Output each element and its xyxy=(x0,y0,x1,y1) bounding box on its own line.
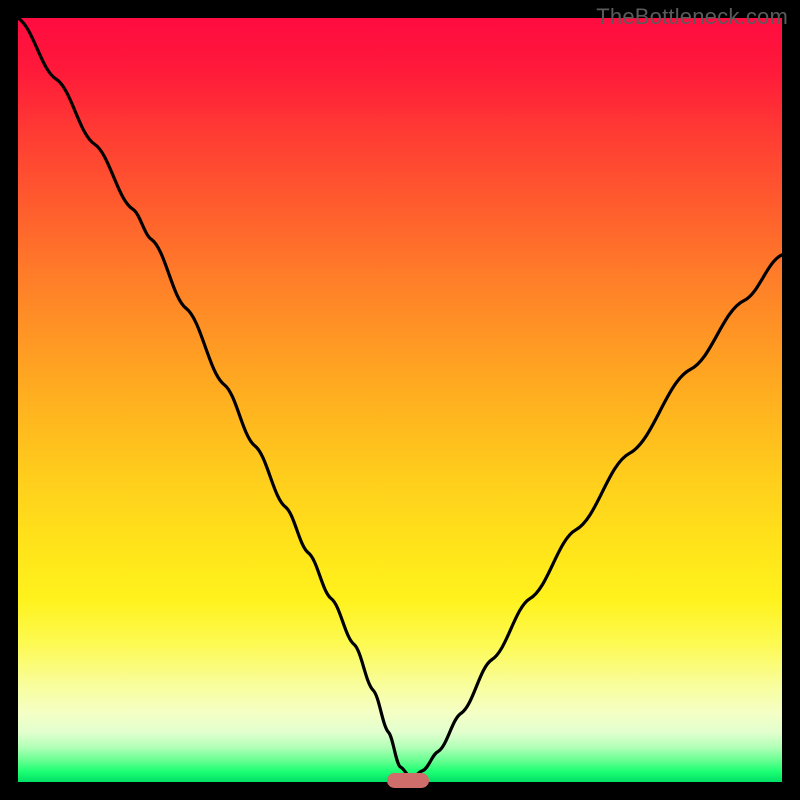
chart-frame: TheBottleneck.com xyxy=(0,0,800,800)
bottleneck-curve xyxy=(18,18,782,782)
minimum-marker xyxy=(387,773,429,788)
watermark-text: TheBottleneck.com xyxy=(596,4,788,30)
plot-area xyxy=(18,18,782,782)
